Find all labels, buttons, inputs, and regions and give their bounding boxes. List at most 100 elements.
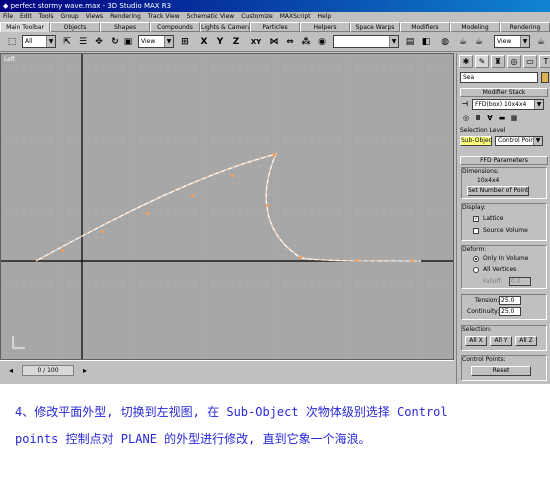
tab-lights-cameras[interactable]: Lights & Cameras (200, 22, 250, 32)
make-unique-icon[interactable]: ∀ (485, 113, 495, 123)
motion-tab-icon[interactable]: ◎ (507, 55, 521, 68)
menu-rendering[interactable]: Rendering (110, 12, 141, 22)
menu-help[interactable]: Help (318, 12, 332, 22)
tab-shapes[interactable]: Shapes (100, 22, 150, 32)
axis-z-button[interactable]: Z (230, 34, 242, 50)
modify-tab-icon[interactable]: ✎ (475, 55, 489, 68)
deform-label: Deform: (462, 246, 487, 253)
select-by-name-icon[interactable]: ☰ (76, 34, 90, 50)
track-view-icon[interactable]: ▤ (404, 34, 416, 50)
tab-space-warps[interactable]: Space Warps (350, 22, 400, 32)
set-number-of-points-button[interactable]: Set Number of Points (467, 186, 529, 196)
array-icon[interactable]: ⁂ (300, 34, 312, 50)
chevron-down-icon: ▼ (520, 36, 529, 47)
axis-xy-button[interactable]: XY (248, 34, 264, 50)
create-tab-icon[interactable]: ✱ (459, 55, 473, 68)
remove-modifier-icon[interactable]: ▬ (497, 113, 507, 123)
status-bar: ◂ 0 / 100 ▸ (0, 360, 454, 384)
menu-views[interactable]: Views (86, 12, 103, 22)
source-volume-checkbox[interactable] (473, 228, 479, 234)
time-slider[interactable]: 0 / 100 (22, 365, 74, 376)
only-in-volume-label: Only In Volume (483, 255, 529, 262)
modifier-stack-header[interactable]: Modifier Stack (460, 88, 548, 97)
render-type-combo[interactable]: View ▼ (494, 35, 530, 48)
tab-particles[interactable]: Particles (250, 22, 300, 32)
menu-track-view[interactable]: Track View (148, 12, 180, 22)
move-icon[interactable]: ✥ (92, 34, 106, 50)
object-name-field[interactable]: Sea (460, 72, 538, 83)
command-panel-tabs: ✱ ✎ ♜ ◎ ▭ T (459, 55, 550, 68)
next-frame-icon[interactable]: ▸ (78, 365, 92, 376)
menu-tools[interactable]: Tools (39, 12, 54, 22)
all-vertices-label: All Vertices (483, 266, 517, 273)
lattice-label: Lattice (483, 215, 504, 222)
menu-customize[interactable]: Customize (241, 12, 273, 22)
chevron-down-icon: ▼ (389, 36, 398, 47)
sub-object-button[interactable]: Sub-Object (460, 136, 492, 146)
display-label: Display: (462, 204, 486, 211)
last-render-icon[interactable]: ☕ (534, 34, 548, 50)
tab-objects[interactable]: Objects (50, 22, 100, 32)
menu-schematic-view[interactable]: Schematic View (187, 12, 235, 22)
hierarchy-tab-icon[interactable]: ♜ (491, 55, 505, 68)
viewport-label[interactable]: Left (4, 56, 15, 63)
selection-filter-combo[interactable]: All ▼ (22, 35, 56, 48)
quick-render-icon[interactable]: ☕ (472, 34, 486, 50)
tab-modeling[interactable]: Modeling (450, 22, 500, 32)
falloff-spinner[interactable]: 0.0 (509, 277, 531, 286)
prev-frame-icon[interactable]: ◂ (4, 365, 18, 376)
left-viewport[interactable]: Left (0, 53, 454, 360)
app-icon: ◆ (3, 2, 11, 10)
edit-stack-icon[interactable]: ▦ (509, 113, 519, 123)
scale-icon[interactable]: ▣ (122, 34, 134, 50)
ffd-parameters-header[interactable]: FFD Parameters (460, 156, 548, 165)
render-scene-icon[interactable]: ☕ (456, 34, 470, 50)
menu-group[interactable]: Group (60, 12, 78, 22)
pin-stack-icon[interactable]: ⊣ (460, 99, 470, 109)
all-vertices-radio[interactable] (473, 267, 479, 273)
tab-rendering[interactable]: Rendering (500, 22, 550, 32)
show-end-result-icon[interactable]: Ⅱ (473, 113, 483, 123)
menu-edit[interactable]: Edit (20, 12, 32, 22)
select-object-icon[interactable]: ⇱ (60, 34, 74, 50)
tab-compounds[interactable]: Compounds (150, 22, 200, 32)
chevron-down-icon: ▼ (164, 36, 173, 47)
mirror-icon[interactable]: ⋈ (268, 34, 280, 50)
sub-object-level-combo[interactable]: Control Points ▼ (495, 136, 543, 146)
all-x-button[interactable]: All X (465, 336, 487, 346)
continuity-spinner[interactable]: 25.0 (499, 307, 521, 316)
reset-button[interactable]: Reset (471, 366, 531, 376)
rotate-icon[interactable]: ↻ (108, 34, 122, 50)
display-tab-icon[interactable]: ▭ (523, 55, 537, 68)
menu-maxscript[interactable]: MAXScript (280, 12, 311, 22)
utilities-tab-icon[interactable]: T (539, 55, 550, 68)
only-in-volume-radio[interactable] (473, 256, 479, 262)
all-z-button[interactable]: All Z (515, 336, 537, 346)
tab-main-toolbar[interactable]: Main Toolbar (0, 22, 50, 32)
pivot-icon[interactable]: ⊞ (178, 34, 192, 50)
schematic-icon[interactable]: ◧ (420, 34, 432, 50)
tension-label: Tension: (475, 297, 500, 304)
lattice-checkbox[interactable]: ✓ (473, 216, 479, 222)
material-editor-icon[interactable]: ◍ (438, 34, 452, 50)
chevron-down-icon: ▼ (534, 100, 543, 109)
axis-x-button[interactable]: X (198, 34, 210, 50)
dimensions-value: 10x4x4 (477, 177, 500, 184)
falloff-label: Falloff: (483, 278, 503, 285)
tab-helpers[interactable]: Helpers (300, 22, 350, 32)
object-color-swatch[interactable] (541, 72, 549, 83)
menu-file[interactable]: File (3, 12, 13, 22)
named-selection-icon[interactable]: ◉ (316, 34, 328, 50)
tension-spinner[interactable]: 25.0 (499, 296, 521, 305)
dimensions-label: Dimensions: (462, 168, 500, 175)
all-y-button[interactable]: All Y (490, 336, 512, 346)
tab-modifiers[interactable]: Modifiers (400, 22, 450, 32)
ref-coord-combo[interactable]: View ▼ (138, 35, 174, 48)
select-region-icon[interactable]: ⬚ (4, 34, 20, 50)
active-inactive-icon[interactable]: ◎ (461, 113, 471, 123)
named-selection-combo[interactable]: ▼ (333, 35, 399, 48)
modifier-stack-combo[interactable]: FFD(box) 10x4x4 ▼ (472, 99, 544, 110)
align-icon[interactable]: ⇔ (284, 34, 296, 50)
axis-y-button[interactable]: Y (214, 34, 226, 50)
tab-bar: Main Toolbar Objects Shapes Compounds Li… (0, 22, 550, 32)
